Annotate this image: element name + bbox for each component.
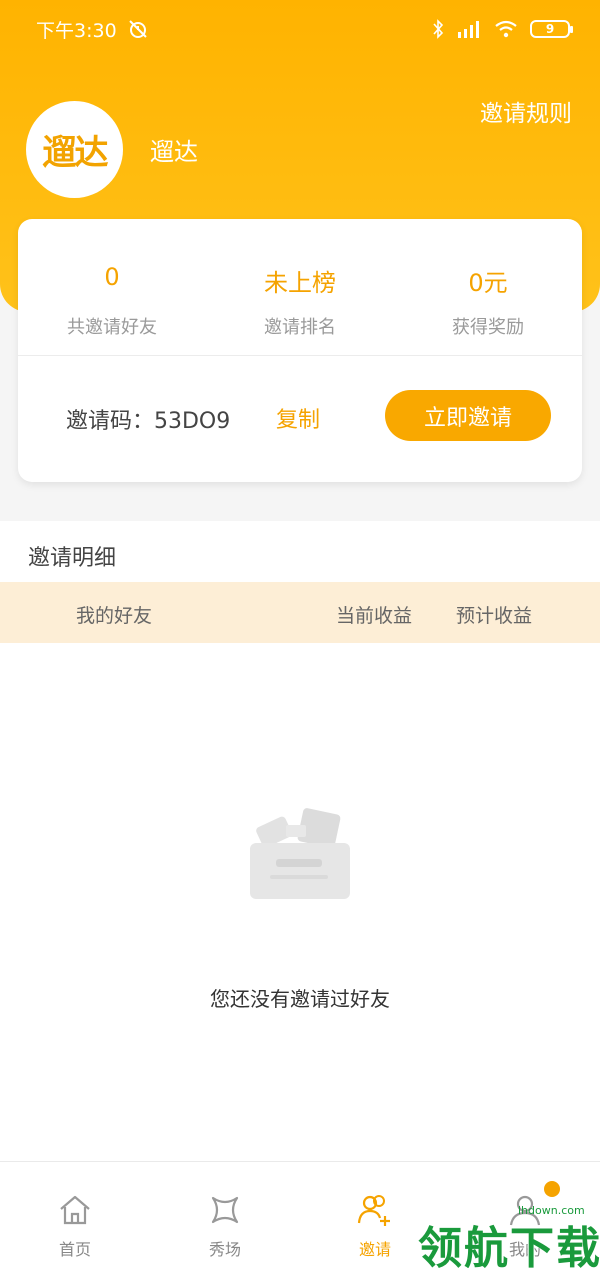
stat-value: 0元 [468, 269, 508, 297]
invite-code-text: 邀请码：53DO9 [66, 409, 231, 434]
watermark: lhdown.com 领航下载 [418, 1204, 600, 1268]
status-time: 下午3:30 [36, 19, 117, 42]
show-icon [211, 1196, 239, 1224]
username: 遛达 [150, 138, 198, 166]
empty-box-icon [250, 808, 350, 899]
column-header-friend: 我的好友 [76, 605, 153, 627]
stat-rewards: 0元 获得奖励 [394, 219, 582, 355]
avatar[interactable]: 遛达 [26, 101, 123, 198]
stat-label: 邀请排名 [264, 317, 336, 338]
tab-label: 首页 [58, 1240, 91, 1259]
invite-icon [357, 1195, 390, 1226]
empty-state-message: 您还没有邀请过好友 [210, 987, 390, 1011]
tab-label: 邀请 [358, 1240, 391, 1259]
stat-label: 共邀请好友 [67, 317, 157, 338]
invite-details-section: 邀请明细 我的好友 当前收益 预计收益 您还没有邀请过好友 [0, 521, 600, 1161]
wifi-icon [495, 20, 517, 38]
avatar-logo-text: 遛达 [42, 133, 109, 173]
table-header: 我的好友 当前收益 预计收益 [0, 582, 600, 643]
stat-invite-rank: 未上榜 邀请排名 [206, 219, 394, 355]
notification-dot [544, 1181, 560, 1197]
copy-button[interactable]: 复制 [276, 402, 320, 434]
tab-show[interactable]: 秀场 [150, 1162, 300, 1268]
battery-icon: 9 [530, 20, 573, 38]
tab-label: 秀场 [208, 1240, 241, 1259]
signal-icon [458, 21, 479, 38]
stats-row: 0 共邀请好友 未上榜 邀请排名 0元 获得奖励 [18, 219, 582, 355]
stat-invited-friends: 0 共邀请好友 [18, 219, 206, 355]
stat-value: 未上榜 [264, 269, 336, 297]
watermark-text: 领航下载 [418, 1223, 600, 1268]
invite-rules-link[interactable]: 邀请规则 [480, 94, 572, 128]
status-bar: 下午3:30 9 [0, 0, 600, 58]
column-header-expected-earnings: 预计收益 [456, 605, 533, 627]
column-header-current-earnings: 当前收益 [336, 605, 413, 627]
alarm-off-icon [128, 20, 147, 38]
home-icon [60, 1195, 90, 1225]
bluetooth-icon [433, 19, 444, 39]
divider [18, 355, 582, 356]
stat-label: 获得奖励 [452, 317, 524, 338]
section-title: 邀请明细 [28, 546, 117, 571]
invite-now-button[interactable]: 立即邀请 [385, 390, 551, 441]
stat-value: 0 [104, 263, 120, 291]
tab-home[interactable]: 首页 [0, 1162, 150, 1268]
invite-summary-card: 0 共邀请好友 未上榜 邀请排名 0元 获得奖励 邀请码：53DO9 复制 立即… [18, 219, 582, 482]
